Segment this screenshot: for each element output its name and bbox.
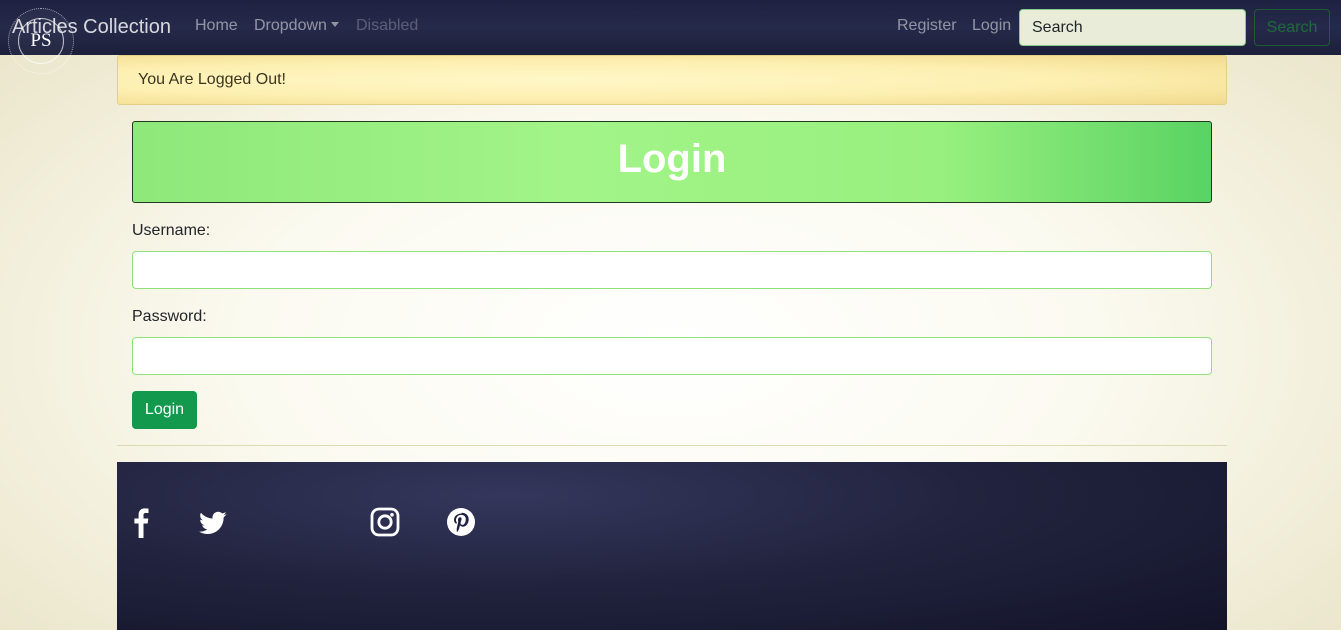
nav-dropdown-label: Dropdown: [254, 17, 327, 34]
login-heading: Login: [132, 121, 1212, 203]
twitter-icon[interactable]: [199, 506, 227, 538]
search-input[interactable]: [1019, 9, 1246, 46]
username-label: Username:: [132, 222, 211, 239]
site-logo[interactable]: PS: [8, 8, 74, 74]
caret-down-icon: [330, 22, 339, 27]
footer: [117, 462, 1227, 630]
nav-link-login[interactable]: Login: [972, 16, 1011, 36]
login-submit-button[interactable]: Login: [132, 391, 197, 429]
instagram-icon[interactable]: [370, 506, 400, 538]
top-navbar: Articles Collection Home Dropdown Disabl…: [0, 0, 1341, 55]
facebook-icon[interactable]: [132, 506, 150, 538]
search-button[interactable]: Search: [1254, 9, 1330, 46]
logo-monogram: PS: [18, 18, 64, 64]
nav-link-disabled: Disabled: [356, 17, 419, 34]
nav-dropdown[interactable]: Dropdown: [254, 16, 339, 36]
divider: [117, 445, 1227, 446]
nav-link-register[interactable]: Register: [897, 16, 957, 36]
password-label: Password:: [132, 308, 207, 325]
password-field[interactable]: [132, 337, 1212, 375]
username-field[interactable]: [132, 251, 1212, 289]
pinterest-icon[interactable]: [446, 506, 476, 538]
logged-out-alert: You Are Logged Out!: [117, 55, 1227, 105]
nav-link-home[interactable]: Home: [195, 16, 238, 36]
